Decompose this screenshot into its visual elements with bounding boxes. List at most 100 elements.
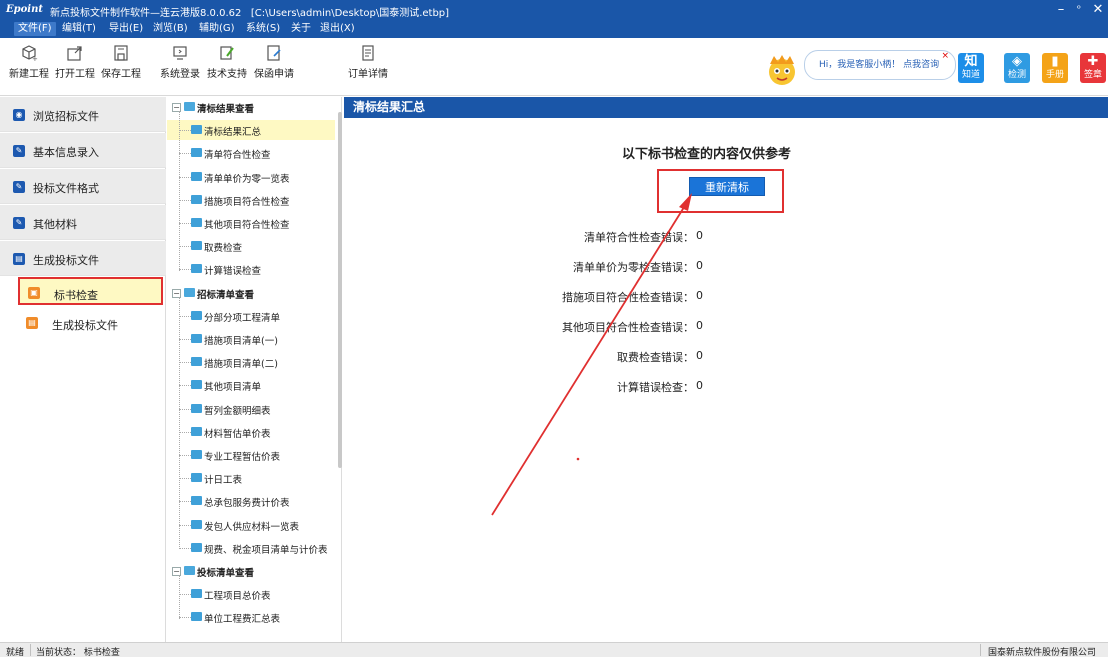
save-project-button[interactable]: 保存工程: [98, 44, 144, 80]
folder-icon: [191, 357, 202, 367]
edit-icon: ✎: [13, 217, 25, 229]
tree-group[interactable]: − 招标清单查看: [167, 283, 335, 303]
tree-item[interactable]: 分部分项工程清单: [167, 306, 335, 326]
document-icon: ▤: [13, 253, 25, 265]
folder-icon: [191, 426, 202, 436]
tech-support-button[interactable]: 技术支持: [204, 44, 250, 80]
guarantee-request-button[interactable]: 保函申请: [251, 44, 297, 80]
sidebar-item-other-materials[interactable]: ✎ 其他材料: [0, 205, 166, 240]
tree-item[interactable]: 材料暂估单价表: [167, 422, 335, 442]
menu-system[interactable]: 系统(S): [246, 22, 280, 36]
generate-doc-icon: ▤: [26, 317, 38, 329]
tree-item[interactable]: 专业工程暂估价表: [167, 445, 335, 465]
open-project-button[interactable]: 打开工程: [52, 44, 98, 80]
book-icon: ▮: [1051, 54, 1059, 69]
folder-icon: [191, 264, 202, 274]
result-value: 0: [696, 259, 703, 272]
open-project-icon: [67, 46, 82, 61]
menu-browse[interactable]: 浏览(B): [153, 22, 188, 36]
sidebar-item-generate-bid[interactable]: ▤ 生成投标文件: [0, 241, 166, 276]
tree-scrollbar[interactable]: [338, 112, 342, 468]
tree-group[interactable]: − 投标清单查看: [167, 561, 335, 581]
assistant-mascot-icon[interactable]: [762, 54, 802, 86]
login-icon: [173, 46, 187, 60]
result-label: 清单单价为零检查错误：: [573, 261, 694, 274]
folder-icon: [191, 612, 202, 622]
toolbar: + 新建工程 打开工程 保存工程 系统登录 技术支持 保函申请 订单详情 Hi，…: [0, 38, 1108, 96]
close-icon[interactable]: ✕: [1089, 1, 1107, 19]
folder-icon: [191, 148, 202, 158]
window-title: 新点投标文件制作软件—连云港版8.0.0.62 [C:\Users\admin\…: [50, 8, 450, 19]
result-label: 清单符合性检查错误：: [584, 231, 694, 244]
tree-item[interactable]: 清单单价为零一览表: [167, 167, 335, 187]
sidebar-subitem-generate-bid-file[interactable]: ▤ 生成投标文件: [18, 309, 163, 337]
tree-item[interactable]: 清标结果汇总: [167, 120, 335, 141]
tree-item[interactable]: 单位工程费汇总表: [167, 607, 335, 627]
status-current-state: 当前状态： 标书检查: [36, 648, 120, 657]
folder-icon: [191, 380, 202, 390]
save-icon: [114, 45, 128, 61]
tree-item[interactable]: 清单符合性检查: [167, 143, 335, 163]
support-icon: [220, 46, 234, 60]
check-tree: − 清标结果查看 清标结果汇总 清单符合性检查 清单单价为零一览表 措施项目符合性检查 其他…: [167, 97, 342, 642]
panel-header: 清标结果汇总: [344, 97, 1108, 118]
folder-icon: [191, 542, 202, 552]
tree-item[interactable]: 计日工表: [167, 468, 335, 488]
tree-item[interactable]: 其他项目清单: [167, 375, 335, 395]
folder-icon: [191, 310, 202, 320]
folder-icon: [191, 125, 202, 135]
tree-item[interactable]: 措施项目清单(二): [167, 352, 335, 372]
folder-icon: [191, 218, 202, 227]
status-company: 国泰新点软件股份有限公司: [988, 648, 1097, 657]
sidebar-subitem-bid-check[interactable]: ▣ 标书检查: [18, 277, 163, 305]
status-bar: 就绪 当前状态： 标书检查 国泰新点软件股份有限公司: [0, 642, 1108, 657]
menu-bar: 文件(F) 编辑(T) 导出(E) 浏览(B) 辅助(G) 系统(S) 关于 退…: [0, 20, 1108, 38]
menu-assist[interactable]: 辅助(G): [199, 22, 235, 36]
result-value: 0: [696, 229, 703, 242]
result-value: 0: [696, 349, 703, 362]
menu-edit[interactable]: 编辑(T): [62, 22, 96, 36]
detect-button[interactable]: ◈ 检测: [1004, 53, 1030, 83]
tree-item[interactable]: 工程项目总价表: [167, 584, 335, 604]
tree-item[interactable]: 其他项目符合性检查: [167, 213, 335, 233]
menu-exit[interactable]: 退出(X): [320, 22, 355, 36]
recheck-button[interactable]: 重新清标: [689, 177, 765, 196]
new-project-button[interactable]: + 新建工程: [6, 44, 52, 80]
guarantee-icon: [267, 45, 281, 61]
minimize-icon[interactable]: –: [1052, 1, 1070, 19]
close-bubble-icon[interactable]: ×: [941, 42, 949, 70]
result-label: 措施项目符合性检查错误：: [562, 291, 694, 304]
folder-icon: [191, 194, 202, 204]
tree-group[interactable]: − 清标结果查看: [167, 97, 335, 117]
tree-item[interactable]: 措施项目符合性检查: [167, 190, 335, 210]
shield-icon: ◈: [1012, 54, 1022, 69]
tree-item[interactable]: 措施项目清单(一): [167, 329, 335, 349]
edit-icon: ✎: [13, 145, 25, 157]
folder-icon: [191, 450, 202, 459]
menu-export[interactable]: 导出(E): [109, 22, 143, 36]
title-bar: Epoint 新点投标文件制作软件—连云港版8.0.0.62 [C:\Users…: [0, 0, 1108, 20]
know-button[interactable]: 知 知道: [958, 53, 984, 83]
manual-button[interactable]: ▮ 手册: [1042, 53, 1068, 83]
tree-item[interactable]: 规费、税金项目清单与计价表: [167, 538, 335, 558]
sidebar-item-bid-format[interactable]: ✎ 投标文件格式: [0, 169, 166, 204]
tree-item[interactable]: 发包人供应材料一览表: [167, 515, 335, 535]
assistant-chat-bubble[interactable]: Hi，我是客服小柄！ 点我咨询 ×: [804, 50, 956, 80]
sidebar-item-browse-tender[interactable]: ◉ 浏览招标文件: [0, 97, 166, 132]
tree-item[interactable]: 取费检查: [167, 236, 335, 256]
tree-item[interactable]: 暂列金额明细表: [167, 399, 335, 419]
result-value: 0: [696, 289, 703, 302]
sidebar-item-basic-info[interactable]: ✎ 基本信息录入: [0, 133, 166, 168]
tree-item[interactable]: 计算错误检查: [167, 259, 335, 279]
result-label: 计算错误检查：: [617, 381, 694, 394]
restore-icon[interactable]: ᵒ: [1070, 1, 1088, 19]
tree-item[interactable]: 总承包服务费计价表: [167, 491, 335, 511]
order-details-button[interactable]: 订单详情: [345, 44, 391, 80]
result-value: 0: [696, 319, 703, 332]
sign-button[interactable]: ✚ 签章: [1080, 53, 1106, 83]
folder-icon: [191, 334, 202, 343]
system-login-button[interactable]: 系统登录: [157, 44, 203, 80]
menu-file[interactable]: 文件(F): [14, 22, 56, 36]
main-panel: 清标结果汇总 以下标书检查的内容仅供参考 重新清标 清单符合性检查错误： 0 清…: [344, 97, 1108, 642]
menu-about[interactable]: 关于: [291, 22, 311, 36]
